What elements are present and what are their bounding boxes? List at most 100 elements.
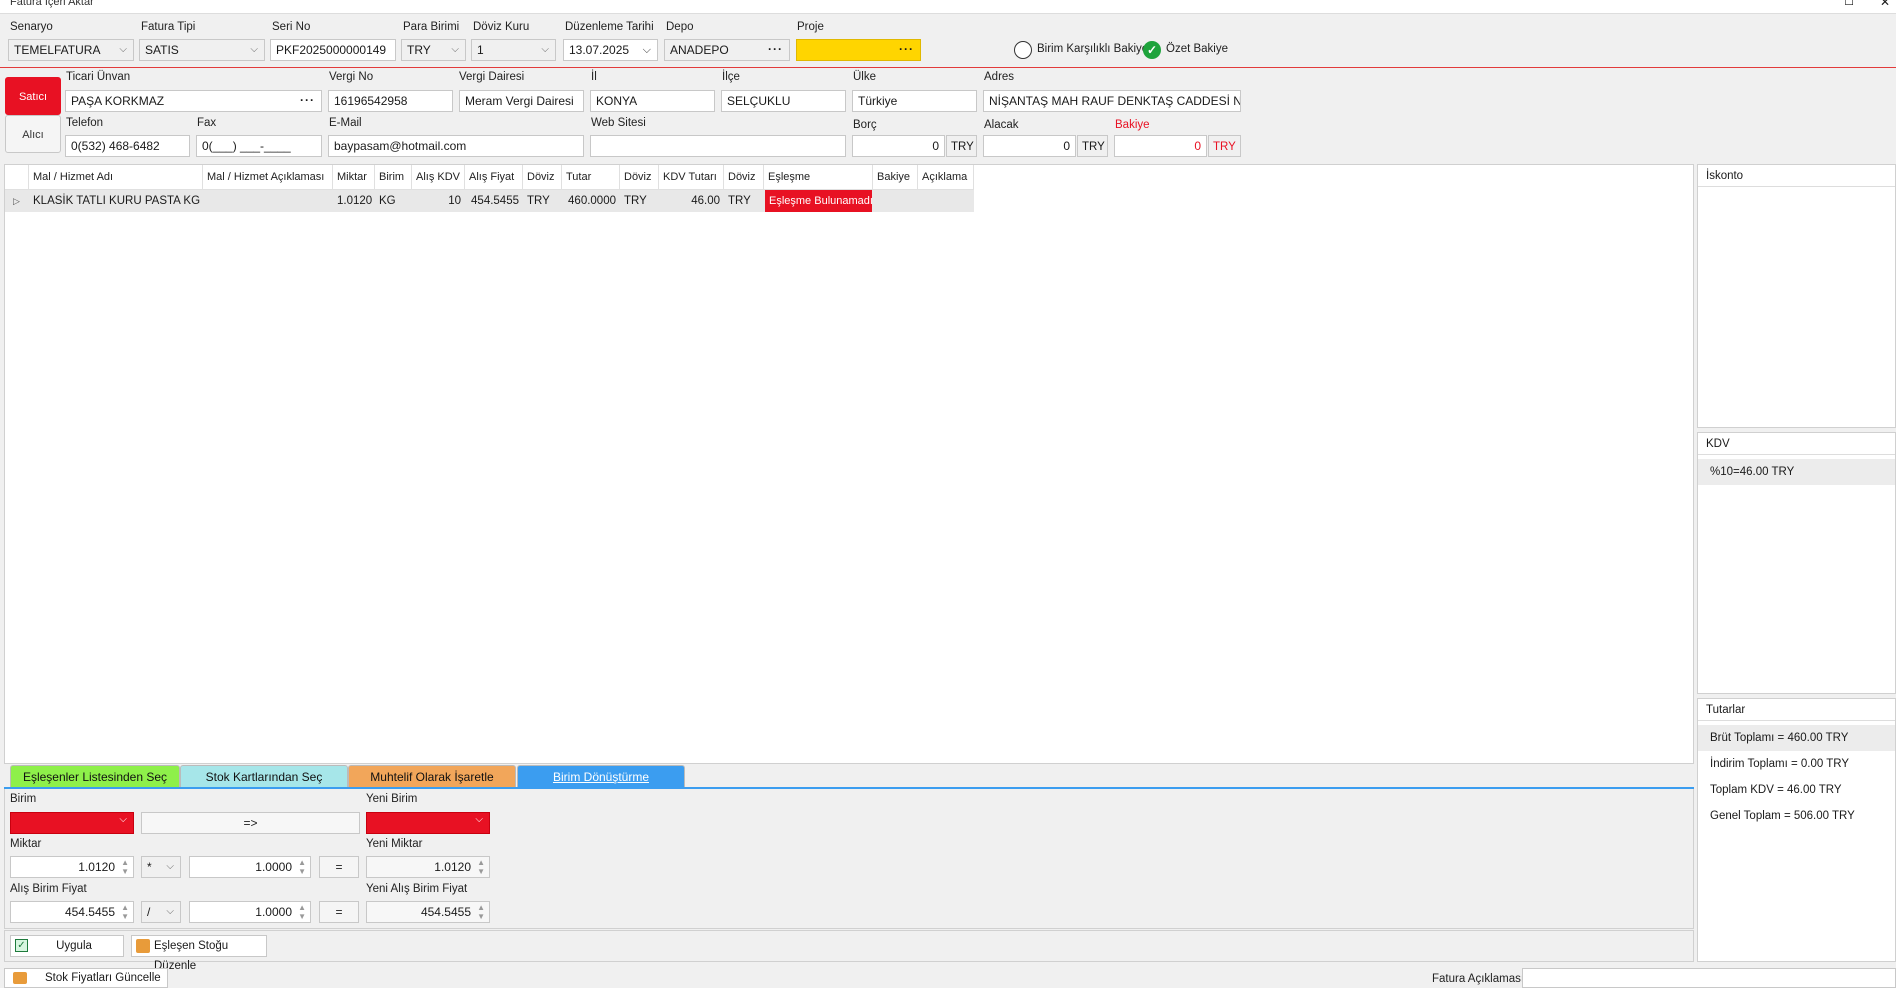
birim-select[interactable]: ⌵	[10, 812, 134, 834]
table-row[interactable]: ▷ KLASİK TATLI KURU PASTA KG 1.0120 KG 1…	[5, 190, 974, 212]
yeni-fiyat-label: Yeni Alış Birim Fiyat	[366, 883, 468, 895]
col-header[interactable]: Alış Fiyat	[465, 165, 523, 189]
seri-no-input[interactable]: PKF2025000000149	[270, 39, 396, 61]
doviz-kuru-select[interactable]: 1 ⌵	[471, 39, 556, 61]
col-header[interactable]: KDV Tutarı	[659, 165, 724, 189]
stepper-arrows-icon[interactable]: ▲ ▼	[477, 858, 485, 876]
cell-doviz[interactable]: TRY	[724, 190, 764, 212]
satici-button[interactable]: Satıcı	[5, 77, 61, 115]
doviz-kuru-label: Döviz Kuru	[473, 21, 530, 33]
para-birimi-select[interactable]: TRY ⌵	[401, 39, 466, 61]
cell-name[interactable]: KLASİK TATLI KURU PASTA KG	[29, 190, 203, 212]
yeni-miktar-value: 1.0120	[434, 860, 471, 874]
fatura-aciklamasi-input[interactable]	[1522, 968, 1896, 988]
indirim-toplam-row[interactable]: İndirim Toplamı = 0.00 TRY	[1698, 751, 1895, 777]
yeni-birim-select[interactable]: ⌵	[366, 812, 490, 834]
col-header[interactable]: Mal / Hizmet Açıklaması	[203, 165, 333, 189]
uygula-button[interactable]: ✓ Uygula	[10, 935, 124, 957]
birim-karsilikli-bakiye-label: Birim Karşılıklı Bakiye	[1037, 43, 1149, 55]
cell-desc[interactable]	[203, 190, 333, 212]
expander-icon[interactable]: ▷	[9, 190, 27, 212]
col-header[interactable]: Alış KDV	[412, 165, 465, 189]
telefon-input[interactable]: 0(532) 468-6482	[65, 135, 190, 157]
col-header[interactable]: Eşleşme	[764, 165, 873, 189]
proje-select[interactable]: ···	[796, 39, 921, 61]
web-input[interactable]	[590, 135, 846, 157]
col-header[interactable]: Döviz	[620, 165, 659, 189]
borc-input[interactable]: 0	[852, 135, 945, 157]
price-update-icon	[13, 972, 27, 984]
bakiye-input[interactable]: 0	[1114, 135, 1207, 157]
tab-eslesenler[interactable]: Eşleşenler Listesinden Seç	[10, 765, 180, 787]
senaryo-select[interactable]: TEMELFATURA ⌵	[8, 39, 134, 61]
stepper-arrows-icon[interactable]: ▲ ▼	[121, 903, 129, 921]
col-header[interactable]: Miktar	[333, 165, 375, 189]
maximize-icon[interactable]: ☐	[1844, 0, 1854, 8]
email-input[interactable]: baypasam@hotmail.com	[328, 135, 584, 157]
ellipsis-icon[interactable]: ···	[300, 91, 315, 110]
cell-tutar[interactable]: 460.0000	[562, 190, 620, 212]
tab-birim-donusturme[interactable]: Birim Dönüştürme	[517, 765, 685, 787]
proje-label: Proje	[797, 21, 824, 33]
alacak-input[interactable]: 0	[983, 135, 1076, 157]
fiyat-stepper[interactable]: 454.5455 ▲ ▼	[10, 901, 134, 923]
cell-fiyat[interactable]: 454.5455	[465, 190, 523, 212]
cell-kdv-tutari[interactable]: 46.00	[659, 190, 724, 212]
miktar-stepper[interactable]: 1.0120 ▲ ▼	[10, 856, 134, 878]
stepper-arrows-icon[interactable]: ▲ ▼	[477, 903, 485, 921]
cell-kdv[interactable]: 10	[412, 190, 465, 212]
operator-select[interactable]: * ⌵	[141, 856, 181, 878]
kdv-row[interactable]: %10=46.00 TRY	[1698, 459, 1895, 485]
equals-button[interactable]: =	[319, 901, 359, 923]
tab-stok-kartlari[interactable]: Stok Kartlarından Seç	[180, 765, 348, 787]
vergi-dairesi-input[interactable]: Meram Vergi Dairesi	[459, 90, 584, 112]
fiyat-value: 454.5455	[64, 905, 115, 919]
col-header[interactable]: Döviz	[724, 165, 764, 189]
cell-doviz[interactable]: TRY	[523, 190, 562, 212]
stepper-arrows-icon[interactable]: ▲ ▼	[121, 858, 129, 876]
ilce-input[interactable]: SELÇUKLU	[721, 90, 846, 112]
equals-button[interactable]: =	[319, 856, 359, 878]
radio-birim-karsilikli[interactable]	[1014, 41, 1032, 59]
fax-input[interactable]: 0(___) ___-____	[196, 135, 322, 157]
yeni-miktar-stepper[interactable]: 1.0120 ▲ ▼	[366, 856, 490, 878]
ticari-unvan-input[interactable]: PAŞA KORKMAZ ···	[65, 90, 322, 112]
col-header[interactable]: Tutar	[562, 165, 620, 189]
col-header[interactable]: Bakiye	[873, 165, 918, 189]
cell-birim[interactable]: KG	[375, 190, 412, 212]
col-header[interactable]: Mal / Hizmet Adı	[29, 165, 203, 189]
stepper-arrows-icon[interactable]: ▲ ▼	[298, 903, 306, 921]
alici-button[interactable]: Alıcı	[5, 115, 61, 153]
tab-muhtelif[interactable]: Muhtelif Olarak İşaretle	[348, 765, 516, 787]
vergi-no-input[interactable]: 16196542958	[328, 90, 453, 112]
ellipsis-icon[interactable]: ···	[899, 40, 914, 59]
depo-select[interactable]: ANADEPO ···	[664, 39, 790, 61]
check-circle-icon[interactable]: ✓	[1143, 41, 1161, 59]
cell-miktar[interactable]: 1.0120	[333, 190, 375, 212]
brut-toplam-row[interactable]: Brüt Toplamı = 460.00 TRY	[1698, 725, 1895, 751]
ellipsis-icon[interactable]: ···	[768, 40, 783, 59]
col-header[interactable]: Açıklama	[918, 165, 974, 189]
col-header[interactable]: Döviz	[523, 165, 562, 189]
close-icon[interactable]: ✕	[1880, 0, 1890, 9]
stepper-arrows-icon[interactable]: ▲ ▼	[298, 858, 306, 876]
cell-eslesme-status[interactable]: Eşleşme Bulunamadı	[765, 190, 872, 212]
stok-fiyat-guncelle-button[interactable]: Stok Fiyatları Güncelle	[4, 968, 168, 988]
ulke-input[interactable]: Türkiye	[852, 90, 977, 112]
genel-toplam-row[interactable]: Genel Toplam = 506.00 TRY	[1698, 803, 1895, 829]
cell-aciklama[interactable]	[918, 190, 974, 212]
eslesen-stogu-duzenle-button[interactable]: Eşleşen Stoğu Düzenle	[131, 935, 267, 972]
duzenleme-tarihi-picker[interactable]: 13.07.2025 ⌵	[563, 39, 658, 61]
fatura-tipi-select[interactable]: SATIS ⌵	[139, 39, 265, 61]
toplam-kdv-row[interactable]: Toplam KDV = 46.00 TRY	[1698, 777, 1895, 803]
il-input[interactable]: KONYA	[590, 90, 715, 112]
adres-input[interactable]: NİŞANTAŞ MAH RAUF DENKTAŞ CADDESİ NO:1	[983, 90, 1241, 112]
factor-stepper[interactable]: 1.0000 ▲ ▼	[189, 901, 311, 923]
operator-select[interactable]: / ⌵	[141, 901, 181, 923]
items-grid[interactable]: Mal / Hizmet Adı Mal / Hizmet Açıklaması…	[4, 164, 1694, 764]
cell-bakiye[interactable]	[873, 190, 918, 212]
cell-doviz[interactable]: TRY	[620, 190, 659, 212]
factor-stepper[interactable]: 1.0000 ▲ ▼	[189, 856, 311, 878]
yeni-fiyat-stepper[interactable]: 454.5455 ▲ ▼	[366, 901, 490, 923]
col-header[interactable]: Birim	[375, 165, 412, 189]
